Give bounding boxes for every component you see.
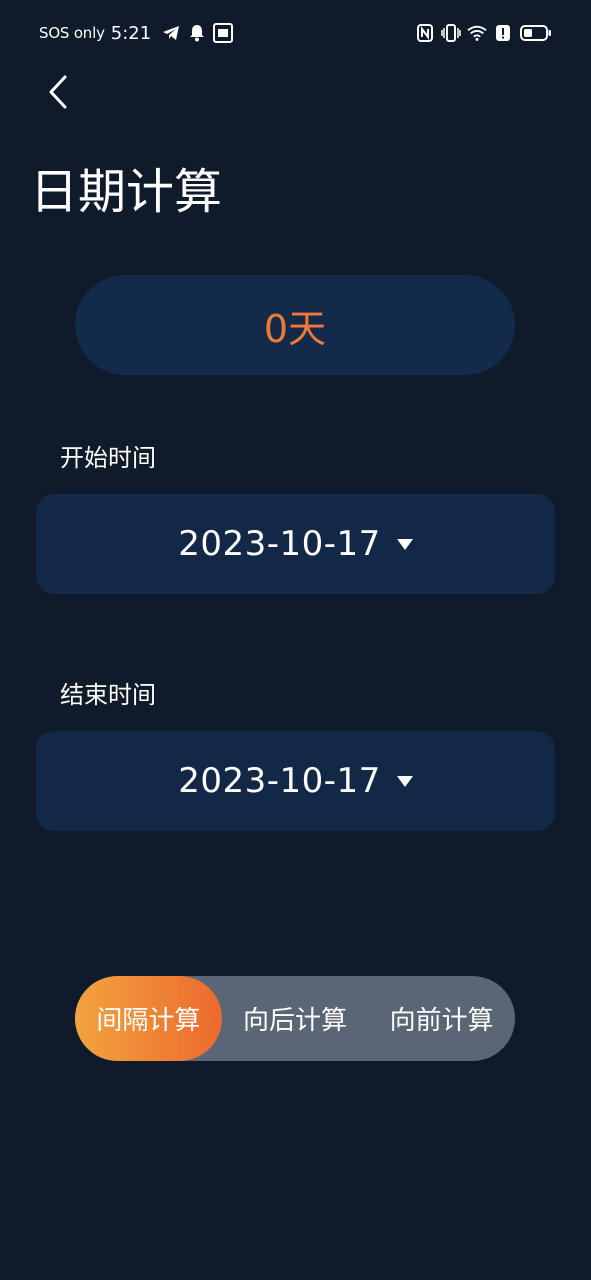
status-right: [415, 18, 553, 48]
telegram-icon: [161, 23, 181, 43]
start-date-picker[interactable]: 2023-10-17: [36, 494, 555, 594]
mode-interval-button[interactable]: 间隔计算: [75, 976, 222, 1061]
start-date-value: 2023-10-17: [178, 524, 381, 564]
chevron-left-icon: [49, 75, 67, 109]
app-badge-icon: [213, 23, 234, 43]
carrier-text: SOS only: [39, 24, 105, 42]
calculation-mode-selector: 间隔计算 向后计算 向前计算: [75, 976, 515, 1061]
vibrate-icon: [441, 23, 461, 43]
clock-text: 5:21: [110, 22, 152, 44]
dropdown-arrow-icon: [396, 775, 413, 787]
alert-icon: [493, 23, 513, 43]
battery-icon: [519, 23, 553, 43]
end-date-value: 2023-10-17: [178, 761, 381, 801]
status-left: SOS only 5:21: [39, 18, 234, 48]
nfc-icon: [415, 23, 435, 43]
mode-backward-button[interactable]: 向前计算: [368, 976, 515, 1061]
dropdown-arrow-icon: [396, 538, 413, 550]
start-time-label: 开始时间: [60, 444, 156, 472]
mode-forward-button[interactable]: 向后计算: [222, 976, 369, 1061]
end-date-picker[interactable]: 2023-10-17: [36, 731, 555, 831]
bell-icon: [187, 23, 207, 43]
back-button[interactable]: [38, 70, 78, 114]
page-title: 日期计算: [30, 164, 223, 220]
status-bar: SOS only 5:21: [0, 18, 591, 48]
wifi-icon: [467, 23, 487, 43]
result-display: 0天: [75, 275, 515, 375]
date-calculator-screen: SOS only 5:21 日期计算 0天 开始时间 2023-10-17 结束…: [0, 0, 591, 1280]
result-days-text: 0天: [263, 306, 327, 351]
end-time-label: 结束时间: [60, 681, 156, 709]
